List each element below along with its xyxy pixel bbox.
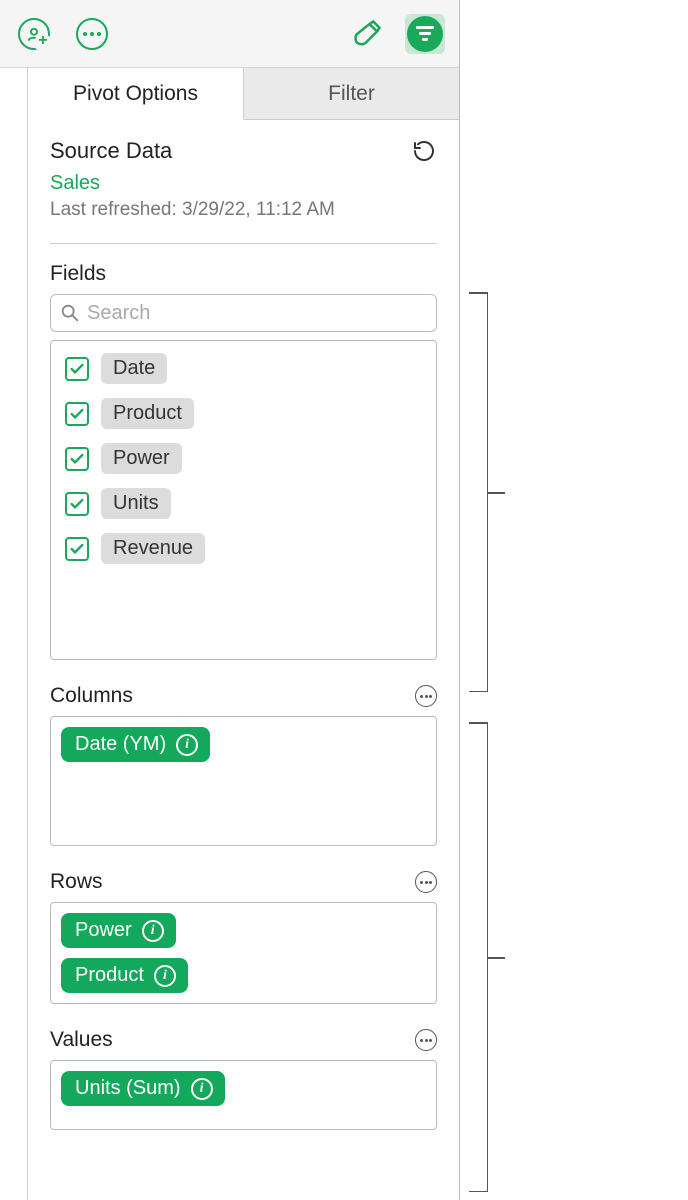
- toolbar: [0, 0, 459, 68]
- pill-label: Product: [75, 964, 144, 987]
- collab-add-icon: [18, 18, 50, 50]
- checkbox[interactable]: [65, 447, 89, 471]
- info-icon[interactable]: i: [142, 920, 164, 942]
- refresh-icon: [412, 139, 436, 163]
- pill-label: Units (Sum): [75, 1077, 181, 1100]
- refresh-button[interactable]: [411, 138, 437, 164]
- check-icon: [69, 541, 85, 557]
- column-field-pill[interactable]: Date (YM) i: [61, 727, 210, 762]
- source-table-link[interactable]: Sales: [50, 172, 437, 195]
- pivot-options-panel: Source Data Sales Last refreshed: 3/29/2…: [28, 120, 459, 1200]
- field-item[interactable]: Product: [65, 398, 422, 429]
- field-pill[interactable]: Units: [101, 488, 171, 519]
- search-input[interactable]: [87, 302, 428, 325]
- rows-dropzone[interactable]: Power i Product i: [50, 902, 437, 1004]
- checkbox[interactable]: [65, 537, 89, 561]
- rows-label: Rows: [50, 870, 103, 894]
- pill-label: Power: [75, 919, 132, 942]
- fields-list: Date Product Power: [50, 340, 437, 660]
- check-icon: [69, 406, 85, 422]
- checkbox[interactable]: [65, 357, 89, 381]
- inspector-tabs: Pivot Options Filter: [28, 68, 459, 120]
- field-item[interactable]: Revenue: [65, 533, 422, 564]
- checkbox[interactable]: [65, 492, 89, 516]
- search-icon: [59, 302, 81, 324]
- sheet-edge: [0, 68, 28, 1200]
- field-item[interactable]: Power: [65, 443, 422, 474]
- collaborate-button[interactable]: [14, 14, 54, 54]
- fields-search[interactable]: [50, 294, 437, 332]
- check-icon: [69, 361, 85, 377]
- checkbox[interactable]: [65, 402, 89, 426]
- format-brush-icon: [352, 19, 382, 49]
- format-brush-button[interactable]: [347, 14, 387, 54]
- field-pill[interactable]: Revenue: [101, 533, 205, 564]
- sidebar-panel: Pivot Options Filter Source Data Sales L…: [0, 0, 460, 1200]
- annotation-bracket-fields: [470, 292, 488, 692]
- filter-lines-icon: [407, 16, 443, 52]
- values-options-button[interactable]: [415, 1029, 437, 1051]
- columns-label: Columns: [50, 684, 133, 708]
- tab-filter[interactable]: Filter: [244, 68, 459, 119]
- organize-panel-button[interactable]: [405, 14, 445, 54]
- columns-options-button[interactable]: [415, 685, 437, 707]
- divider: [50, 243, 437, 244]
- row-field-pill[interactable]: Product i: [61, 958, 188, 993]
- info-icon[interactable]: i: [154, 965, 176, 987]
- field-pill[interactable]: Product: [101, 398, 194, 429]
- more-icon: [76, 18, 108, 50]
- fields-label: Fields: [50, 262, 106, 286]
- check-icon: [69, 496, 85, 512]
- columns-dropzone[interactable]: Date (YM) i: [50, 716, 437, 846]
- check-icon: [69, 451, 85, 467]
- last-refreshed-text: Last refreshed: 3/29/22, 11:12 AM: [50, 199, 437, 221]
- source-data-heading: Source Data: [50, 138, 172, 164]
- values-label: Values: [50, 1028, 113, 1052]
- tab-pivot-options[interactable]: Pivot Options: [28, 68, 244, 120]
- annotation-bracket-wells: [470, 722, 488, 1192]
- value-field-pill[interactable]: Units (Sum) i: [61, 1071, 225, 1106]
- field-item[interactable]: Date: [65, 353, 422, 384]
- info-icon[interactable]: i: [176, 734, 198, 756]
- values-dropzone[interactable]: Units (Sum) i: [50, 1060, 437, 1130]
- field-pill[interactable]: Power: [101, 443, 182, 474]
- field-item[interactable]: Units: [65, 488, 422, 519]
- pill-label: Date (YM): [75, 733, 166, 756]
- row-field-pill[interactable]: Power i: [61, 913, 176, 948]
- info-icon[interactable]: i: [191, 1078, 213, 1100]
- more-options-button[interactable]: [72, 14, 112, 54]
- rows-options-button[interactable]: [415, 871, 437, 893]
- field-pill[interactable]: Date: [101, 353, 167, 384]
